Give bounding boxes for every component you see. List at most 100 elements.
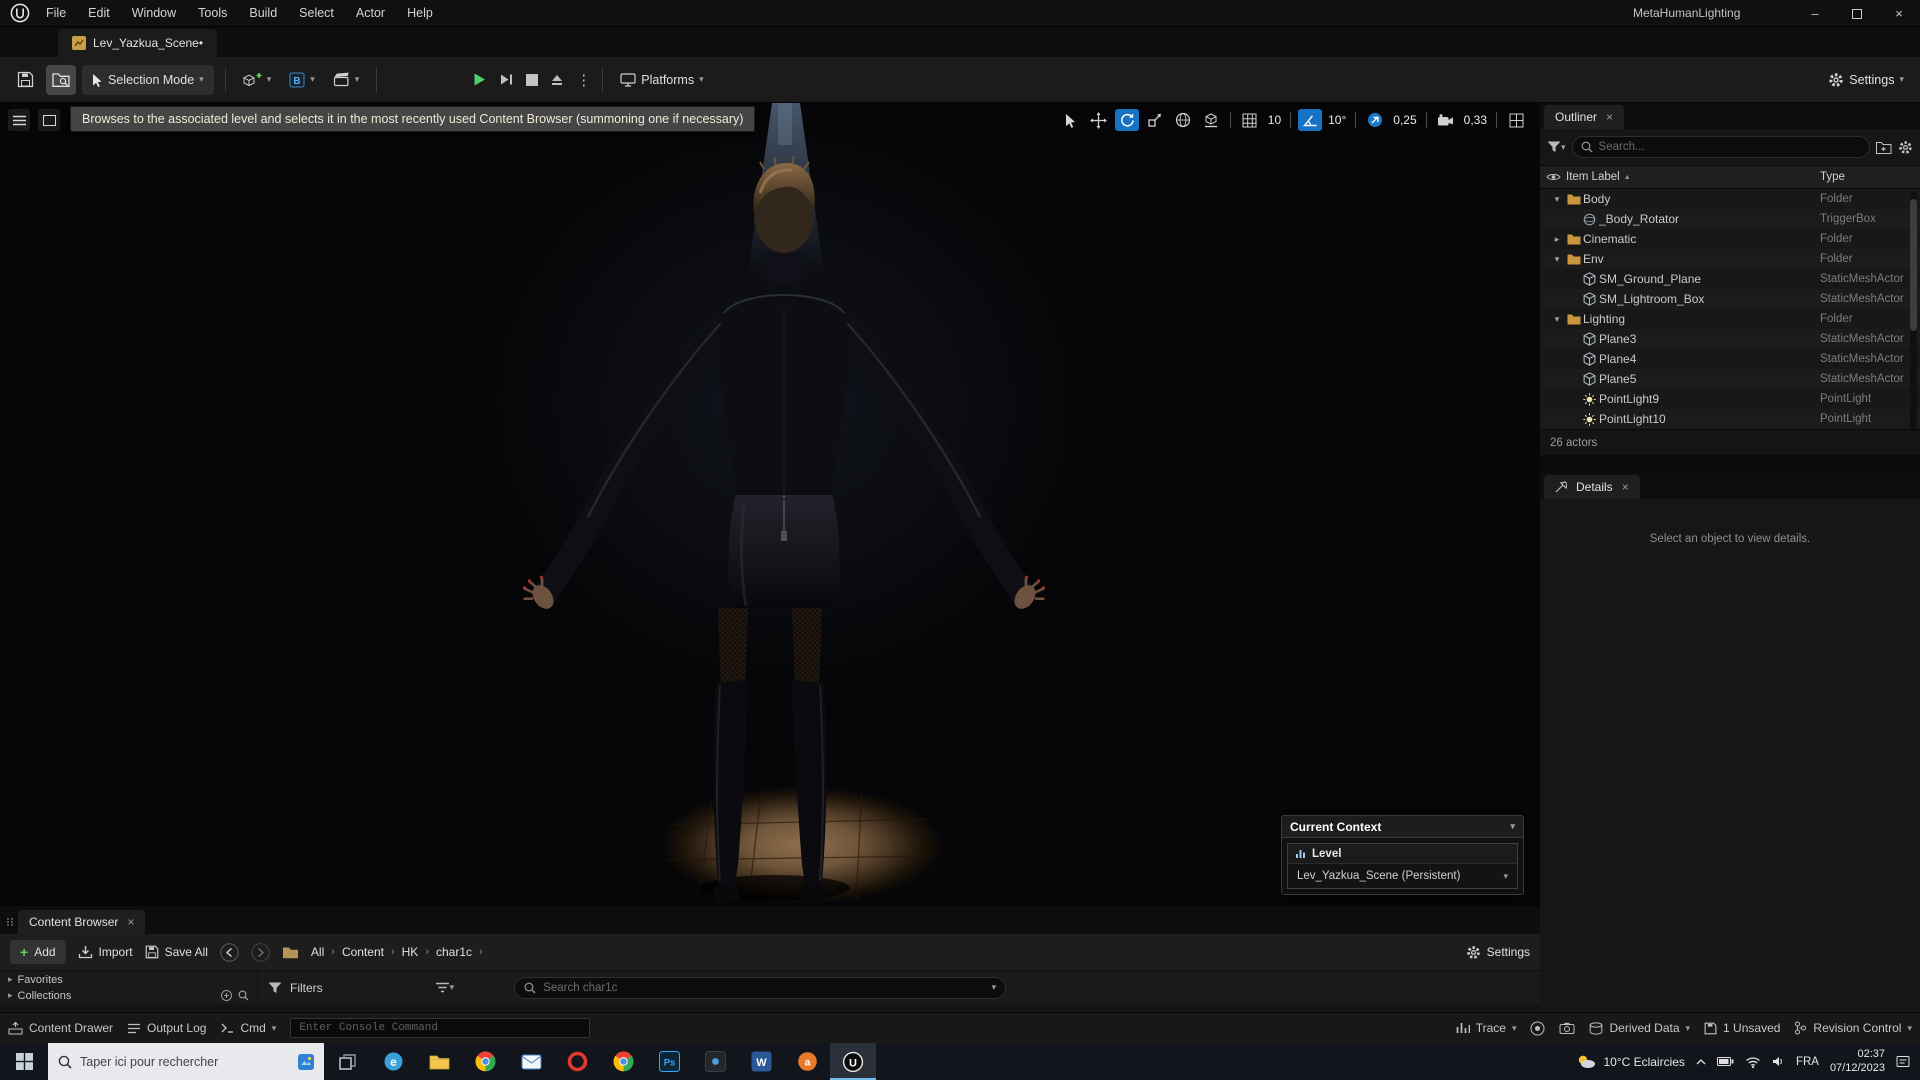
outliner-row[interactable]: ▾ Lighting Folder — [1540, 309, 1920, 329]
camera-speed-value[interactable]: 0,33 — [1462, 113, 1489, 127]
content-drawer-button[interactable]: Content Drawer — [8, 1021, 113, 1035]
weather-widget[interactable]: 10°C Eclaircies — [1575, 1054, 1685, 1069]
browse-to-level-button[interactable] — [46, 64, 76, 95]
menu-file[interactable]: File — [35, 0, 77, 26]
start-button[interactable] — [0, 1043, 48, 1080]
new-folder-icon[interactable] — [1876, 141, 1892, 154]
tab-outliner[interactable]: Outliner × — [1544, 105, 1625, 129]
menu-actor[interactable]: Actor — [345, 0, 396, 26]
column-item-label[interactable]: Item Label ▲ — [1566, 171, 1820, 183]
viewport-options-menu-icon[interactable] — [8, 109, 30, 131]
tab-content-browser[interactable]: Content Browser × — [18, 910, 146, 934]
expander-icon[interactable]: ▸ — [1550, 234, 1564, 245]
cinematics-button[interactable]: ▾ — [327, 65, 366, 95]
filter-options-icon[interactable]: ▾ — [435, 982, 454, 993]
task-view-taskbar-icon[interactable] — [324, 1043, 370, 1080]
content-browser-search-input[interactable] — [543, 981, 985, 994]
stop-button[interactable] — [526, 73, 539, 86]
unsaved-button[interactable]: 1 Unsaved — [1704, 1021, 1780, 1035]
taskbar-search[interactable] — [48, 1043, 324, 1080]
tray-expand-icon[interactable] — [1696, 1058, 1706, 1065]
revision-control-button[interactable]: Revision Control ▾ — [1794, 1021, 1912, 1035]
menu-help[interactable]: Help — [396, 0, 444, 26]
edge-taskbar-icon[interactable]: e — [370, 1043, 416, 1080]
column-type[interactable]: Type — [1820, 171, 1920, 183]
filter-icon[interactable]: ▾ — [1547, 141, 1566, 153]
world-coordinate-icon[interactable] — [1171, 109, 1195, 131]
taskbar-search-input[interactable] — [80, 1054, 290, 1069]
chevron-down-icon[interactable]: ▾ — [992, 983, 997, 992]
rotation-snap-value[interactable]: 10° — [1326, 113, 1348, 127]
outliner-row[interactable]: ▾ Body Folder — [1540, 189, 1920, 209]
outliner-search-input[interactable] — [1598, 141, 1861, 153]
chrome-taskbar-icon[interactable] — [462, 1043, 508, 1080]
outliner-row[interactable]: Plane5 StaticMeshActor — [1540, 369, 1920, 389]
close-icon[interactable]: × — [127, 915, 134, 929]
rotate-tool-icon[interactable] — [1114, 109, 1139, 131]
scale-tool-icon[interactable] — [1143, 109, 1167, 131]
expander-icon[interactable]: ▾ — [1550, 314, 1564, 325]
search-highlight-icon[interactable] — [298, 1053, 314, 1070]
outliner-row[interactable]: ▸ Cinematic Folder — [1540, 229, 1920, 249]
save-all-button[interactable]: Save All — [145, 945, 208, 959]
content-browser-search[interactable]: ▾ — [514, 976, 1007, 999]
photoshop-taskbar-icon[interactable]: Ps — [646, 1043, 692, 1080]
panel-grip-icon[interactable] — [6, 917, 14, 927]
breadcrumb-item[interactable]: HK — [402, 945, 419, 959]
outliner-row[interactable]: _Body_Rotator TriggerBox — [1540, 209, 1920, 229]
maximize-button[interactable] — [1836, 0, 1878, 27]
menu-build[interactable]: Build — [238, 0, 288, 26]
forward-button[interactable] — [251, 942, 270, 962]
outliner-row[interactable]: PointLight10 PointLight — [1540, 409, 1920, 429]
import-button[interactable]: Import — [78, 945, 133, 959]
battery-icon[interactable] — [1716, 1057, 1734, 1066]
back-button[interactable] — [220, 942, 239, 962]
eye-icon[interactable] — [1540, 172, 1566, 182]
grid-snap-icon[interactable] — [1238, 109, 1262, 131]
unreal-taskbar-icon[interactable]: U — [830, 1043, 876, 1080]
save-button[interactable] — [10, 65, 40, 95]
folder-tree-icon[interactable] — [282, 945, 299, 959]
keyboard-language[interactable]: FRA — [1796, 1056, 1819, 1068]
toolbar-settings-button[interactable]: Settings ▾ — [1822, 65, 1910, 95]
outliner-row[interactable]: Plane3 StaticMeshActor — [1540, 329, 1920, 349]
play-options-kebab-icon[interactable]: ⋮ — [576, 71, 591, 89]
expander-icon[interactable]: ▾ — [1550, 194, 1564, 205]
content-browser-settings-button[interactable]: Settings — [1466, 945, 1530, 960]
funnel-icon[interactable] — [268, 982, 282, 994]
viewport-perspective-icon[interactable] — [38, 109, 60, 131]
eject-button[interactable] — [550, 73, 564, 86]
screenshot-icon[interactable] — [1559, 1022, 1575, 1034]
camera-speed-icon[interactable] — [1434, 109, 1458, 131]
level-viewport[interactable]: Browses to the associated level and sele… — [0, 103, 1540, 906]
outliner-row[interactable]: ▾ Env Folder — [1540, 249, 1920, 269]
menu-window[interactable]: Window — [121, 0, 187, 26]
cmd-dropdown[interactable]: Cmd ▾ — [220, 1021, 276, 1035]
grid-snap-value[interactable]: 10 — [1266, 113, 1283, 127]
volume-icon[interactable] — [1772, 1056, 1785, 1067]
file-explorer-taskbar-icon[interactable] — [416, 1043, 462, 1080]
search-collections-icon[interactable] — [238, 990, 249, 1001]
frame-skip-button[interactable] — [499, 72, 514, 87]
close-icon[interactable]: × — [1606, 110, 1613, 124]
outliner-row[interactable]: PointLight9 PointLight — [1540, 389, 1920, 409]
wifi-icon[interactable] — [1745, 1056, 1761, 1068]
outliner-settings-gear-icon[interactable] — [1898, 140, 1913, 155]
play-button[interactable] — [472, 72, 487, 87]
chrome-taskbar-icon[interactable] — [600, 1043, 646, 1080]
trace-dropdown[interactable]: Trace ▾ — [1456, 1021, 1516, 1035]
favorites-section[interactable]: ▸ Favorites — [8, 972, 249, 987]
outliner-search[interactable] — [1571, 136, 1870, 158]
taskbar-clock[interactable]: 02:37 07/12/2023 — [1830, 1048, 1885, 1076]
collections-section[interactable]: ▸ Collections — [8, 988, 249, 1003]
insights-icon[interactable] — [1530, 1021, 1545, 1036]
app-dark-taskbar-icon[interactable] — [692, 1043, 738, 1080]
scale-snap-icon[interactable] — [1363, 109, 1387, 131]
current-context-header[interactable]: Current Context ▾ — [1282, 816, 1523, 838]
console-command-input[interactable] — [290, 1018, 591, 1038]
move-tool-icon[interactable] — [1087, 109, 1111, 131]
scrollbar-thumb[interactable] — [1910, 199, 1917, 331]
action-center-icon[interactable] — [1896, 1055, 1910, 1068]
viewport-layout-icon[interactable] — [1504, 109, 1528, 131]
outliner-scrollbar[interactable] — [1910, 191, 1917, 429]
